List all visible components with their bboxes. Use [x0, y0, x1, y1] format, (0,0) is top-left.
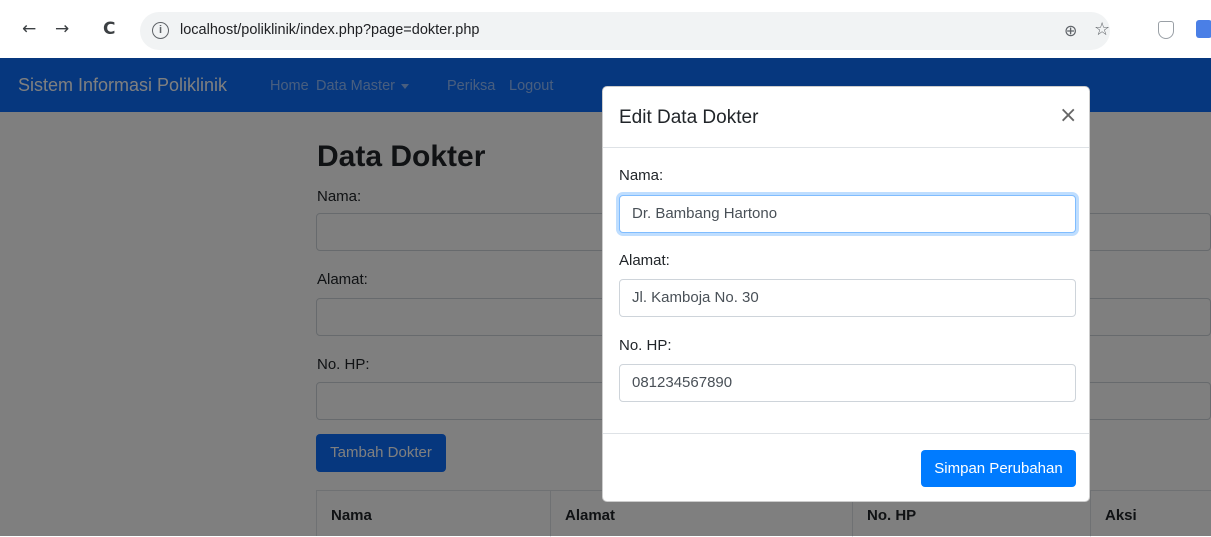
edit-dokter-modal: Edit Data Dokter × Nama: Dr. Bambang Har…: [602, 86, 1090, 502]
zoom-icon[interactable]: ⊕: [1064, 21, 1077, 40]
address-bar[interactable]: i localhost/poliklinik/index.php?page=do…: [140, 12, 1110, 50]
modal-no-hp-label: No. HP:: [619, 337, 672, 354]
forward-arrow-icon[interactable]: →: [55, 19, 69, 39]
bookmark-star-icon[interactable]: ☆: [1094, 19, 1110, 40]
modal-alamat-input[interactable]: Jl. Kamboja No. 30: [619, 279, 1076, 317]
simpan-perubahan-button[interactable]: Simpan Perubahan: [921, 450, 1076, 487]
shield-extension-icon[interactable]: [1158, 21, 1174, 39]
modal-nama-label: Nama:: [619, 167, 664, 184]
modal-no-hp-input[interactable]: 081234567890: [619, 364, 1076, 402]
reload-icon[interactable]: C: [103, 19, 115, 39]
modal-header: Edit Data Dokter ×: [603, 87, 1089, 148]
modal-title: Edit Data Dokter: [619, 107, 759, 128]
modal-alamat-label: Alamat:: [619, 252, 670, 269]
back-arrow-icon[interactable]: ←: [22, 19, 36, 39]
browser-toolbar: ← → C i localhost/poliklinik/index.php?p…: [0, 0, 1211, 58]
modal-footer: Simpan Perubahan: [603, 433, 1089, 501]
close-icon[interactable]: ×: [1059, 103, 1077, 128]
modal-nama-input[interactable]: Dr. Bambang Hartono: [619, 195, 1076, 233]
site-info-icon[interactable]: i: [152, 22, 169, 39]
extension-icon[interactable]: [1196, 20, 1211, 38]
url-text[interactable]: localhost/poliklinik/index.php?page=dokt…: [180, 22, 479, 38]
